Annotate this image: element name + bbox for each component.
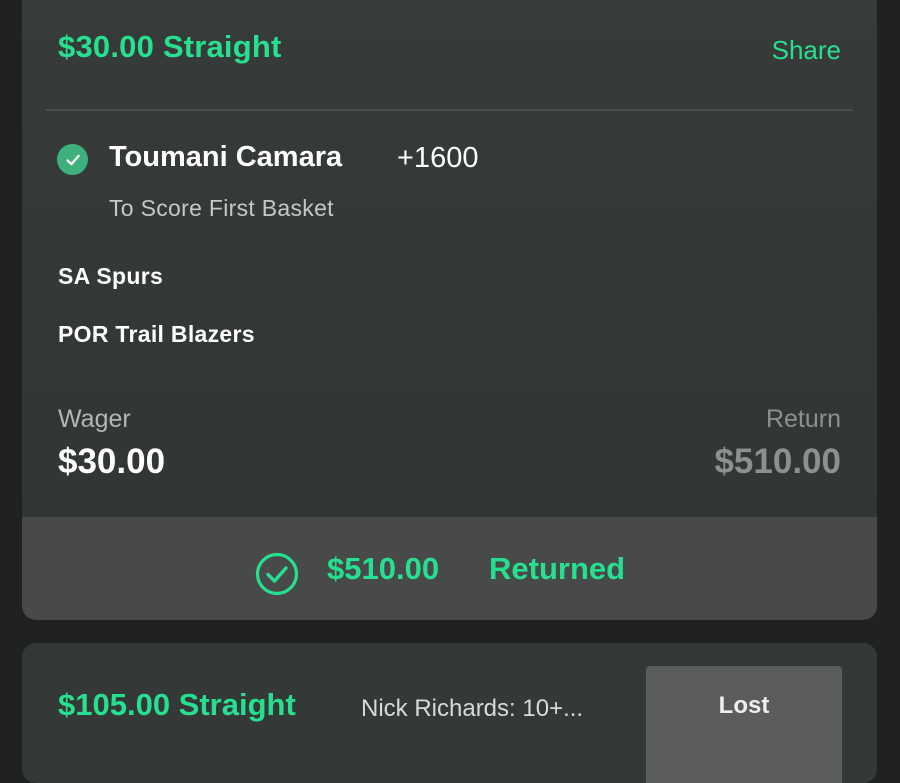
return-label: Return <box>765 405 841 433</box>
market-label: To Score First Basket <box>109 195 334 221</box>
result-bar: $510.00 Returned <box>22 517 877 620</box>
wager-label: Wager <box>58 405 131 433</box>
team-home: POR Trail Blazers <box>58 321 255 347</box>
wager-value: $30.00 <box>58 442 166 481</box>
check-circle-filled-icon <box>57 144 88 175</box>
selection-odds: +1600 <box>397 142 479 174</box>
bet-card-2[interactable]: $105.00 Straight Nick Richards: 10+... L… <box>22 643 877 783</box>
returned-amount: $510.00 <box>327 551 440 586</box>
team-away: SA Spurs <box>58 263 164 289</box>
share-link[interactable]: Share <box>772 35 841 66</box>
returned-status: Returned <box>489 551 626 586</box>
lost-status-badge: Lost <box>646 666 842 783</box>
bet-title: $30.00 Straight <box>58 29 282 64</box>
divider <box>46 109 853 111</box>
return-value: $510.00 <box>714 442 841 481</box>
bet-card-1[interactable]: $30.00 Straight Share Toumani Camara +16… <box>22 0 877 620</box>
selection-name: Toumani Camara <box>109 141 343 173</box>
bet-description: Nick Richards: 10+... <box>361 695 584 722</box>
check-circle-outline-icon <box>255 552 299 596</box>
bet-title: $105.00 Straight <box>58 687 296 722</box>
